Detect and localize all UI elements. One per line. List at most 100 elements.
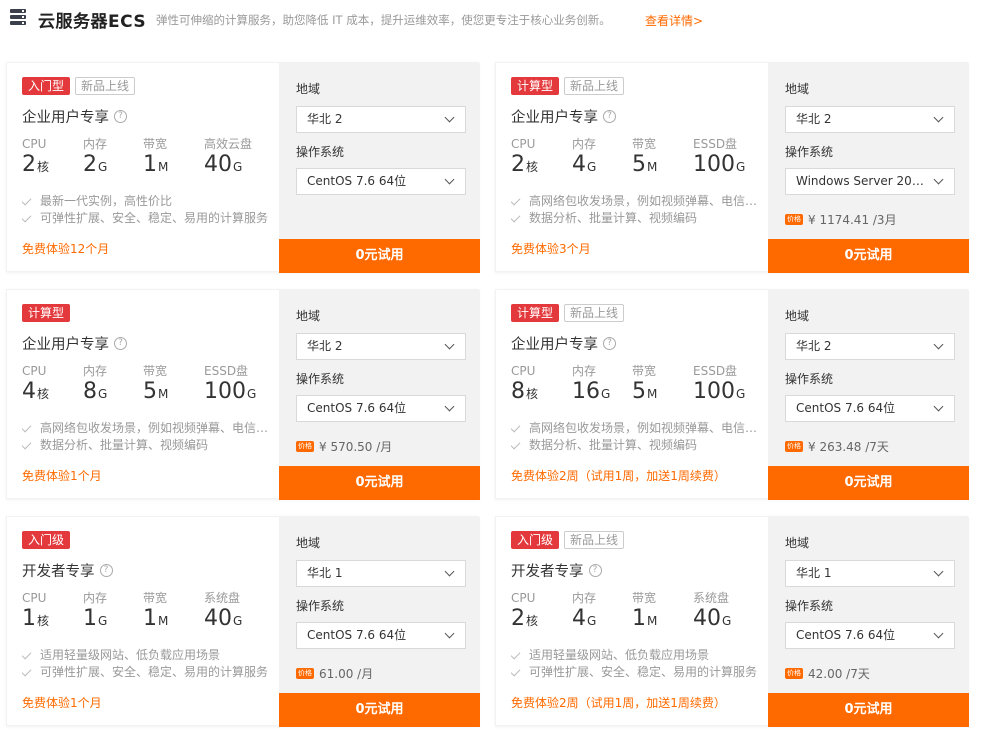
check-icon bbox=[511, 666, 521, 676]
check-icon bbox=[511, 212, 521, 222]
spec-label: ESSD盘 bbox=[693, 137, 738, 151]
check-icon bbox=[22, 649, 32, 659]
server-icon bbox=[10, 9, 26, 27]
spec-value: 100G bbox=[693, 379, 745, 405]
help-icon[interactable]: ? bbox=[588, 564, 602, 577]
os-value: CentOS 7.6 64位 bbox=[796, 628, 896, 642]
spec-value: 4核 bbox=[22, 379, 49, 405]
type-tag: 入门级 bbox=[511, 531, 560, 549]
help-icon[interactable]: ? bbox=[603, 337, 616, 350]
os-label: 操作系统 bbox=[296, 372, 345, 386]
view-details-link[interactable]: 查看详情> bbox=[645, 12, 703, 29]
os-label: 操作系统 bbox=[296, 599, 345, 613]
check-icon bbox=[22, 439, 32, 449]
help-icon[interactable]: ? bbox=[114, 110, 127, 123]
help-icon[interactable]: ? bbox=[114, 337, 127, 350]
spec-unit: G bbox=[587, 614, 597, 628]
feature-item: 可弹性扩展、安全、稳定、易用的计算服务 bbox=[22, 210, 272, 227]
spec-item: 内存 4G bbox=[572, 591, 596, 632]
spec-value: 40G bbox=[204, 606, 242, 632]
spec-item: 带宽 5M bbox=[632, 137, 657, 178]
region-select[interactable]: 华北 2 bbox=[296, 106, 466, 133]
feature-text: 适用轻量级网站、低负载应用场景 bbox=[529, 648, 710, 662]
spec-label: CPU bbox=[511, 137, 536, 151]
spec-unit: G bbox=[98, 614, 108, 628]
free-trial-button[interactable]: 0元试用 bbox=[279, 466, 480, 500]
chevron-down-icon bbox=[933, 566, 944, 577]
product-card: 计算型 新品上线 企业用户专享 ? CPU 8核 内存 16G 带宽 5M ESSD盘 100… bbox=[495, 289, 969, 500]
trial-text: 免费体验1个月 bbox=[22, 469, 102, 483]
spec-unit: G bbox=[233, 160, 243, 174]
spec-item: 带宽 5M bbox=[143, 364, 168, 405]
spec-item: 系统盘 40G bbox=[204, 591, 242, 632]
plan-label: 企业用户专享 bbox=[22, 337, 109, 353]
os-select[interactable]: CentOS 7.6 64位 bbox=[296, 168, 466, 195]
os-select[interactable]: CentOS 7.6 64位 bbox=[785, 622, 955, 649]
feature-list: 高网络包收发场景，例如视频弹幕、电信业务 数据分析、批量计算、视频编码 bbox=[511, 420, 761, 454]
plan-title: 企业用户专享 ? bbox=[22, 333, 127, 354]
plan-title: 开发者专享 ? bbox=[511, 560, 602, 581]
os-select[interactable]: CentOS 7.6 64位 bbox=[296, 395, 466, 422]
spec-value: 2核 bbox=[511, 152, 538, 178]
price-badge-icon: 价格 bbox=[785, 668, 803, 679]
card-config: 地域 华北 1 操作系统 CentOS 7.6 64位 价格 42.00 /7天… bbox=[768, 517, 969, 727]
spec-unit: 核 bbox=[37, 160, 50, 174]
price-badge-icon: 价格 bbox=[785, 441, 803, 452]
spec-item: 内存 2G bbox=[83, 137, 107, 178]
spec-number: 100 bbox=[693, 379, 735, 404]
spec-number: 1 bbox=[143, 152, 157, 177]
region-label: 地域 bbox=[785, 82, 810, 96]
feature-list: 最新一代实例，高性价比 可弹性扩展、安全、稳定、易用的计算服务 bbox=[22, 193, 272, 227]
card-tags: 计算型 bbox=[22, 304, 71, 322]
region-label: 地域 bbox=[296, 309, 321, 323]
help-icon[interactable]: ? bbox=[99, 564, 113, 577]
help-icon[interactable]: ? bbox=[603, 110, 616, 123]
spec-unit: G bbox=[736, 160, 746, 174]
spec-value: 1M bbox=[143, 606, 168, 632]
spec-unit: M bbox=[158, 160, 169, 174]
feature-list: 适用轻量级网站、低负载应用场景 可弹性扩展、安全、稳定、易用的计算服务 bbox=[22, 647, 272, 681]
spec-unit: 核 bbox=[526, 387, 539, 401]
region-select[interactable]: 华北 2 bbox=[785, 106, 955, 133]
page-header: 云服务器ECS 弹性可伸缩的计算服务，助您降低 IT 成本，提升运维效率，使您更… bbox=[0, 0, 984, 40]
feature-text: 高网络包收发场景，例如视频弹幕、电信业务 bbox=[529, 194, 761, 208]
os-select[interactable]: CentOS 7.6 64位 bbox=[785, 395, 955, 422]
new-tag: 新品上线 bbox=[75, 77, 136, 95]
spec-value: 5M bbox=[143, 379, 168, 405]
card-tags: 计算型 新品上线 bbox=[511, 77, 625, 95]
card-config: 地域 华北 1 操作系统 CentOS 7.6 64位 价格 61.00 /月 … bbox=[279, 517, 480, 727]
os-label: 操作系统 bbox=[296, 145, 345, 159]
free-trial-button[interactable]: 0元试用 bbox=[768, 466, 969, 500]
new-tag: 新品上线 bbox=[564, 531, 625, 549]
region-select[interactable]: 华北 1 bbox=[296, 560, 466, 587]
price-value: ¥ 570.50 /月 bbox=[319, 440, 393, 454]
free-trial-button[interactable]: 0元试用 bbox=[768, 239, 969, 273]
free-trial-button[interactable]: 0元试用 bbox=[768, 693, 969, 727]
free-trial-button[interactable]: 0元试用 bbox=[279, 693, 480, 727]
os-select[interactable]: Windows Server 2019 数据中心版 bbox=[785, 168, 955, 195]
card-config: 地域 华北 2 操作系统 CentOS 7.6 64位 0元试用 bbox=[279, 63, 480, 273]
chevron-down-icon bbox=[444, 112, 455, 123]
spec-label: CPU bbox=[22, 364, 47, 378]
feature-item: 可弹性扩展、安全、稳定、易用的计算服务 bbox=[511, 664, 761, 681]
check-icon bbox=[511, 649, 521, 659]
free-trial-button[interactable]: 0元试用 bbox=[279, 239, 480, 273]
os-select[interactable]: CentOS 7.6 64位 bbox=[296, 622, 466, 649]
region-select[interactable]: 华北 1 bbox=[785, 560, 955, 587]
region-label: 地域 bbox=[785, 536, 810, 550]
region-select[interactable]: 华北 2 bbox=[296, 333, 466, 360]
card-config: 地域 华北 2 操作系统 CentOS 7.6 64位 价格 ¥ 263.48 … bbox=[768, 290, 969, 500]
check-icon bbox=[511, 195, 521, 205]
spec-number: 1 bbox=[632, 606, 646, 631]
plan-label: 企业用户专享 bbox=[511, 337, 598, 353]
spec-number: 2 bbox=[511, 152, 525, 177]
region-select[interactable]: 华北 2 bbox=[785, 333, 955, 360]
card-info: 入门级 新品上线 开发者专享 ? CPU 2核 内存 4G 带宽 1M 系统盘 40G 适用轻… bbox=[496, 517, 768, 727]
plan-label: 企业用户专享 bbox=[22, 110, 109, 126]
product-card: 计算型 企业用户专享 ? CPU 4核 内存 8G 带宽 5M ESSD盘 100G 高网络包… bbox=[6, 289, 480, 500]
feature-text: 可弹性扩展、安全、稳定、易用的计算服务 bbox=[529, 665, 758, 679]
spec-unit: M bbox=[647, 387, 658, 401]
spec-item: 带宽 1M bbox=[143, 137, 168, 178]
trial-text: 免费体验12个月 bbox=[22, 242, 110, 256]
feature-list: 高网络包收发场景，例如视频弹幕、电信业务 数据分析、批量计算、视频编码 bbox=[511, 193, 761, 227]
